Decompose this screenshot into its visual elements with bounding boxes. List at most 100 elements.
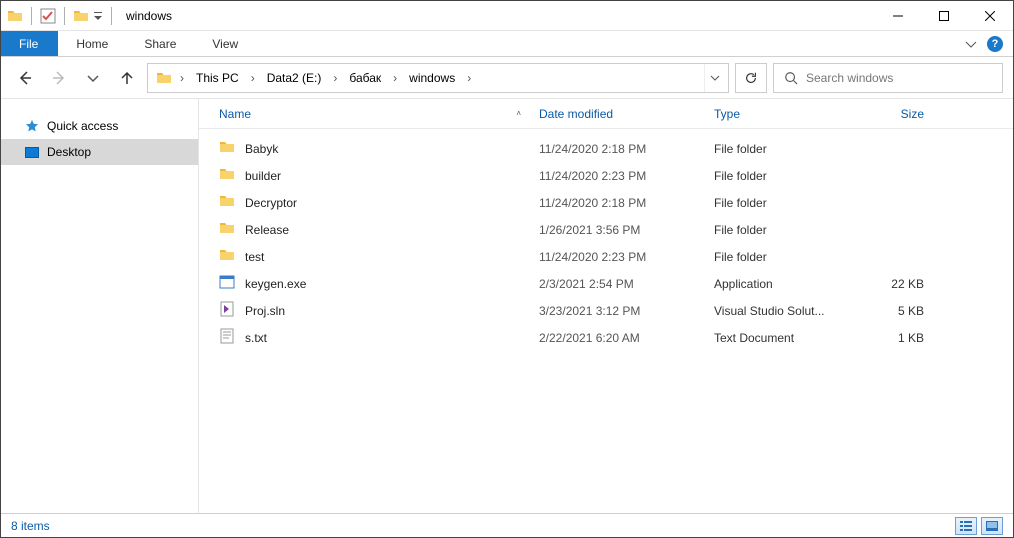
file-row[interactable]: test 11/24/2020 2:23 PMFile folder xyxy=(199,243,1013,270)
folder-icon xyxy=(219,193,235,212)
file-row[interactable]: Decryptor11/24/2020 2:18 PMFile folder xyxy=(199,189,1013,216)
file-name: test xyxy=(245,250,264,264)
sidebar-item-desktop[interactable]: Desktop xyxy=(1,139,198,165)
folder-icon xyxy=(7,8,23,24)
breadcrumb[interactable]: Data2 (E:) xyxy=(261,64,328,92)
file-type: File folder xyxy=(714,142,864,156)
column-header-name[interactable]: Name ˄ xyxy=(219,107,539,121)
view-large-icons-button[interactable] xyxy=(981,517,1003,535)
nav-up-button[interactable] xyxy=(113,63,141,93)
address-dropdown-button[interactable] xyxy=(704,64,724,92)
file-row[interactable]: s.txt 2/22/2021 6:20 AMText Document1 KB xyxy=(199,324,1013,351)
file-type: File folder xyxy=(714,250,864,264)
folder-icon xyxy=(219,166,235,185)
tab-view[interactable]: View xyxy=(194,31,256,56)
refresh-button[interactable] xyxy=(735,63,767,93)
exe-icon xyxy=(219,274,235,293)
breadcrumb[interactable]: This PC xyxy=(190,64,245,92)
chevron-right-icon[interactable]: › xyxy=(329,71,341,85)
file-name: builder xyxy=(245,169,281,183)
window-title: windows xyxy=(116,9,172,23)
txt-icon xyxy=(219,328,235,347)
folder-icon xyxy=(156,70,172,86)
sort-asc-icon: ˄ xyxy=(516,109,521,118)
file-date: 11/24/2020 2:18 PM xyxy=(539,196,714,210)
help-button[interactable]: ? xyxy=(987,36,1003,52)
nav-back-button[interactable] xyxy=(11,63,39,93)
file-date: 2/3/2021 2:54 PM xyxy=(539,277,714,291)
column-header-type[interactable]: Type xyxy=(714,107,864,121)
file-rows: Babyk11/24/2020 2:18 PMFile folderbuilde… xyxy=(199,129,1013,513)
ribbon-right: ? xyxy=(965,31,1013,56)
nav-recent-button[interactable] xyxy=(79,63,107,93)
view-details-button[interactable] xyxy=(955,517,977,535)
chevron-right-icon[interactable]: › xyxy=(247,71,259,85)
title-bar: windows xyxy=(1,1,1013,31)
file-date: 1/26/2021 3:56 PM xyxy=(539,223,714,237)
chevron-down-icon[interactable] xyxy=(965,38,977,50)
refresh-icon xyxy=(744,71,758,85)
sidebar-item-quick-access[interactable]: Quick access xyxy=(1,113,198,139)
qat-dropdown-icon[interactable] xyxy=(93,8,103,24)
search-placeholder: Search windows xyxy=(806,71,893,85)
checkbox-icon[interactable] xyxy=(40,8,56,24)
file-row[interactable]: Release 1/26/2021 3:56 PMFile folder xyxy=(199,216,1013,243)
maximize-button[interactable] xyxy=(921,1,967,31)
file-date: 11/24/2020 2:23 PM xyxy=(539,250,714,264)
file-name: Proj.sln xyxy=(245,304,285,318)
file-date: 2/22/2021 6:20 AM xyxy=(539,331,714,345)
tab-home[interactable]: Home xyxy=(58,31,126,56)
file-row[interactable]: Babyk11/24/2020 2:18 PMFile folder xyxy=(199,135,1013,162)
column-header-size[interactable]: Size xyxy=(864,107,944,121)
file-type: File folder xyxy=(714,223,864,237)
chevron-right-icon[interactable]: › xyxy=(463,71,475,85)
status-bar: 8 items xyxy=(1,513,1013,537)
file-name: keygen.exe xyxy=(245,277,306,291)
sidebar: Quick access Desktop xyxy=(1,99,199,513)
file-size: 5 KB xyxy=(864,304,944,318)
search-input[interactable]: Search windows xyxy=(773,63,1003,93)
file-row[interactable]: Proj.sln3/23/2021 3:12 PMVisual Studio S… xyxy=(199,297,1013,324)
file-row[interactable]: keygen.exe 2/3/2021 2:54 PMApplication22 … xyxy=(199,270,1013,297)
file-type: Text Document xyxy=(714,331,864,345)
file-tab[interactable]: File xyxy=(1,31,58,56)
file-type: Application xyxy=(714,277,864,291)
folder-icon xyxy=(219,247,235,266)
column-headers: Name ˄ Date modified Type Size xyxy=(199,99,1013,129)
file-name: Decryptor xyxy=(245,196,297,210)
sidebar-item-label: Quick access xyxy=(47,119,118,133)
file-date: 3/23/2021 3:12 PM xyxy=(539,304,714,318)
desktop-icon xyxy=(25,147,39,158)
ribbon: File Home Share View ? xyxy=(1,31,1013,57)
breadcrumb[interactable]: бабак xyxy=(343,64,387,92)
file-name: Babyk xyxy=(245,142,278,156)
file-type: File folder xyxy=(714,169,864,183)
status-right xyxy=(955,517,1003,535)
file-name: s.txt xyxy=(245,331,267,345)
minimize-button[interactable] xyxy=(875,1,921,31)
column-header-date[interactable]: Date modified xyxy=(539,107,714,121)
file-name: Release xyxy=(245,223,289,237)
folder-icon xyxy=(219,220,235,239)
separator xyxy=(64,7,65,25)
tab-share[interactable]: Share xyxy=(126,31,194,56)
search-icon xyxy=(784,71,798,85)
file-size: 22 KB xyxy=(864,277,944,291)
file-size: 1 KB xyxy=(864,331,944,345)
column-label: Name xyxy=(219,107,251,121)
address-bar[interactable]: › This PC › Data2 (E:) › бабак › windows… xyxy=(147,63,729,93)
details-view-icon xyxy=(960,521,972,531)
chevron-right-icon[interactable]: › xyxy=(176,71,188,85)
chevron-right-icon[interactable]: › xyxy=(389,71,401,85)
separator xyxy=(111,7,112,25)
status-items: 8 items xyxy=(11,519,50,533)
large-icons-view-icon xyxy=(986,521,998,531)
separator xyxy=(31,7,32,25)
star-icon xyxy=(25,119,39,133)
breadcrumb[interactable]: windows xyxy=(403,64,461,92)
file-date: 11/24/2020 2:23 PM xyxy=(539,169,714,183)
close-button[interactable] xyxy=(967,1,1013,31)
sln-icon xyxy=(219,301,235,320)
file-row[interactable]: builder 11/24/2020 2:23 PMFile folder xyxy=(199,162,1013,189)
nav-forward-button[interactable] xyxy=(45,63,73,93)
